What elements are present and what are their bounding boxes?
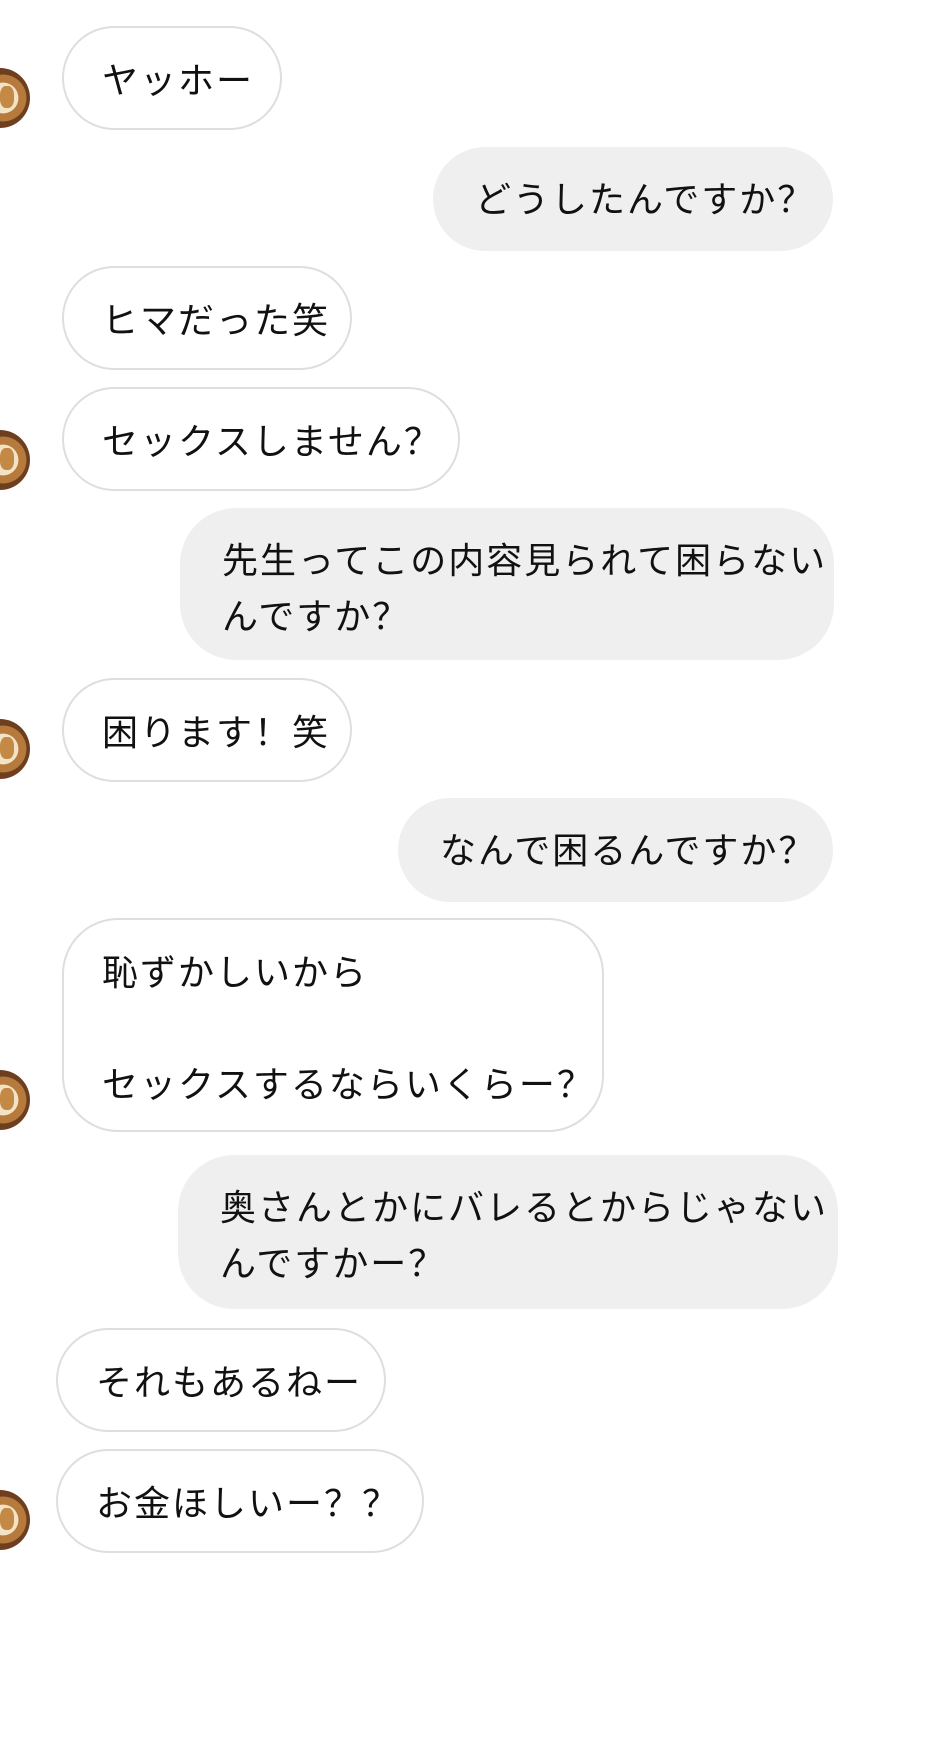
chat-thread: ヤッホー どうしたんですか？ ヒマだった笑 セックスしません？ 先生ってこの内容… bbox=[0, 0, 946, 1741]
message-text: 先生ってこの内容見られて困らない bbox=[222, 541, 828, 582]
message-bubble-incoming[interactable]: ヒマだった笑 bbox=[62, 266, 352, 370]
message-bubble-incoming[interactable]: それもあるねー bbox=[56, 1328, 386, 1432]
sender-avatar-icon[interactable] bbox=[0, 1070, 30, 1130]
sender-avatar-icon[interactable] bbox=[0, 719, 30, 779]
message-text: なんで困るんですか？ bbox=[440, 831, 817, 872]
message-bubble-incoming[interactable]: セックスしません？ bbox=[62, 387, 460, 491]
sender-avatar-icon[interactable] bbox=[0, 430, 30, 490]
message-bubble-outgoing[interactable]: なんで困るんですか？ bbox=[398, 798, 833, 902]
message-text: んですかー？ bbox=[220, 1244, 447, 1285]
message-text: セックスしません？ bbox=[102, 422, 442, 463]
message-text: セックスするならいくらー？ bbox=[102, 1065, 595, 1106]
message-text: 奥さんとかにバレるとからじゃない bbox=[220, 1188, 829, 1229]
message-text: お金ほしいー？？ bbox=[96, 1484, 401, 1525]
message-bubble-incoming[interactable]: 困ります！笑 bbox=[62, 678, 352, 782]
message-bubble-outgoing[interactable]: 奥さんとかにバレるとからじゃない んですかー？ bbox=[178, 1155, 838, 1309]
message-bubble-incoming[interactable]: 恥ずかしいから セックスするならいくらー？ bbox=[62, 918, 604, 1132]
message-text: ヤッホー bbox=[102, 61, 255, 102]
message-text: どうしたんですか？ bbox=[475, 180, 816, 221]
message-text: 恥ずかしいから bbox=[102, 953, 369, 994]
sender-avatar-icon[interactable] bbox=[0, 68, 30, 128]
message-bubble-incoming[interactable]: お金ほしいー？？ bbox=[56, 1449, 424, 1553]
sender-avatar-icon[interactable] bbox=[0, 1490, 30, 1550]
message-text: ヒマだった笑 bbox=[102, 301, 331, 342]
message-text: それもあるねー bbox=[96, 1363, 363, 1404]
message-text: んですか？ bbox=[222, 597, 411, 638]
message-text: 困ります！笑 bbox=[102, 713, 331, 754]
message-bubble-outgoing[interactable]: 先生ってこの内容見られて困らない んですか？ bbox=[180, 508, 834, 660]
message-bubble-outgoing[interactable]: どうしたんですか？ bbox=[433, 147, 833, 251]
message-bubble-incoming[interactable]: ヤッホー bbox=[62, 26, 282, 130]
